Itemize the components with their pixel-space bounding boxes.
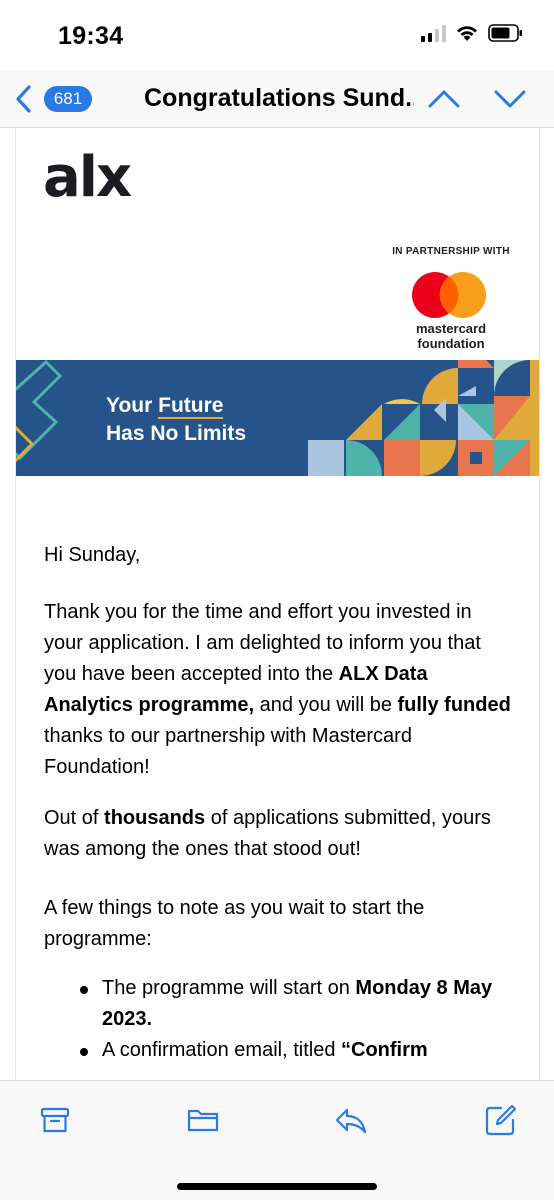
unread-count-badge[interactable]: 681 xyxy=(44,86,92,112)
list-item: The programme will start on Monday 8 May… xyxy=(44,973,514,1035)
wifi-icon xyxy=(457,26,477,41)
email-subject-title: Congratulations Sund... xyxy=(144,84,414,112)
alx-logo: alx xyxy=(43,145,132,210)
back-chevron-icon[interactable] xyxy=(10,82,38,116)
banner-decoration-icon xyxy=(16,360,539,476)
email-body-text: Hi Sunday, Thank you for the time and ef… xyxy=(44,540,514,1066)
reply-icon[interactable] xyxy=(334,1103,368,1137)
mastercard-foundation-name: mastercard foundation xyxy=(415,321,487,351)
acceptance-paragraph: Thank you for the time and effort you in… xyxy=(44,601,511,778)
hero-banner: Your Future Has No Limits xyxy=(16,360,539,476)
compose-icon[interactable] xyxy=(484,1103,518,1137)
status-icons xyxy=(421,24,524,42)
home-indicator[interactable] xyxy=(177,1183,377,1190)
notes-intro-paragraph: A few things to note as you wait to star… xyxy=(44,897,425,950)
battery-icon xyxy=(488,24,522,42)
list-item: A confirmation email, titled “Confirm xyxy=(44,1035,514,1066)
partnership-label: IN PARTNERSHIP WITH xyxy=(392,246,510,257)
chevron-up-icon[interactable] xyxy=(424,84,464,114)
chevron-down-icon[interactable] xyxy=(490,84,530,114)
notes-list: The programme will start on Monday 8 May… xyxy=(44,973,514,1066)
archive-icon[interactable] xyxy=(38,1103,72,1137)
mail-toolbar xyxy=(0,1080,554,1200)
status-time: 19:34 xyxy=(58,22,124,50)
selection-paragraph: Out of thousands of applications submitt… xyxy=(44,807,491,860)
mastercard-logo-icon xyxy=(412,272,486,318)
status-bar: 19:34 xyxy=(0,0,554,70)
mail-nav-bar: 681 Congratulations Sund... xyxy=(0,70,554,128)
folder-icon[interactable] xyxy=(186,1103,220,1137)
banner-headline: Your Future Has No Limits xyxy=(106,394,247,445)
cellular-signal-icon xyxy=(421,24,446,42)
greeting: Hi Sunday, xyxy=(44,544,141,566)
